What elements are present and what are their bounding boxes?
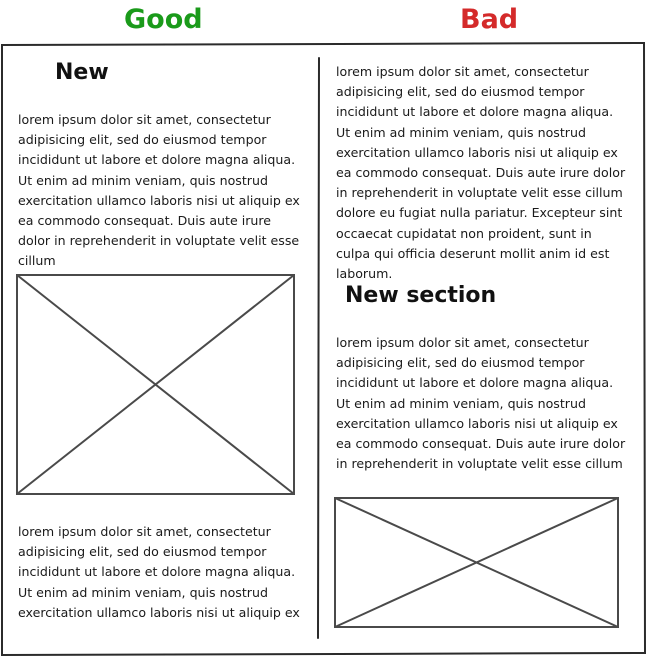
image-placeholder-good: [16, 274, 295, 495]
good-heading: New: [55, 60, 109, 85]
image-placeholder-bad: [334, 497, 619, 628]
bad-paragraph-2: lorem ipsum dolor sit amet, consectetur …: [336, 335, 626, 472]
good-paragraph-2: lorem ipsum dolor sit amet, consectetur …: [18, 524, 300, 620]
column-divider: [317, 57, 320, 639]
good-paragraph-1: lorem ipsum dolor sit amet, consectetur …: [18, 112, 300, 269]
bad-heading: New section: [345, 283, 497, 308]
bad-paragraph-1: lorem ipsum dolor sit amet, consectetur …: [336, 64, 626, 282]
